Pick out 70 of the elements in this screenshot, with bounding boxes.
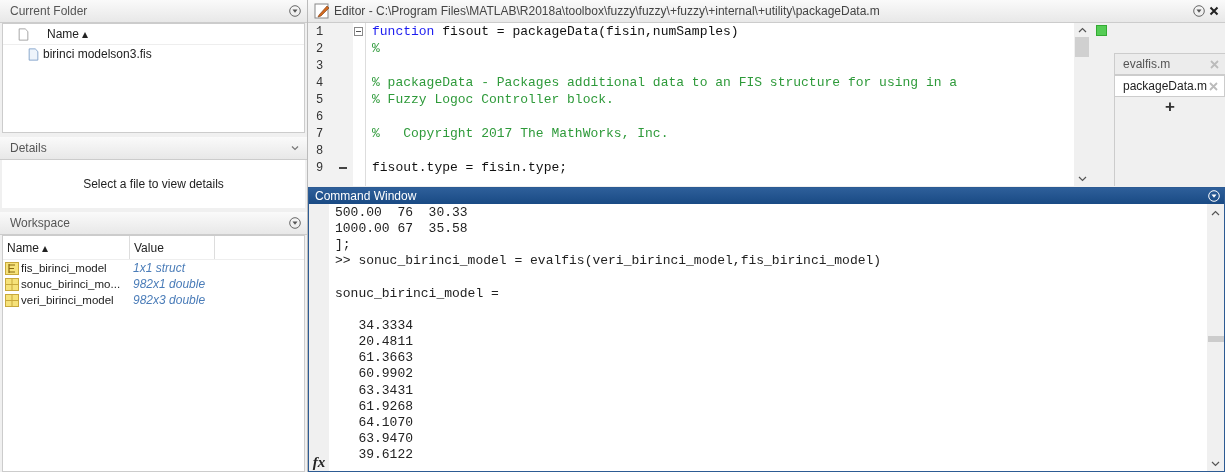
output-line: ]; bbox=[335, 236, 351, 252]
grid-icon bbox=[5, 277, 19, 291]
column-header[interactable]: Name ▴ bbox=[43, 27, 89, 41]
column-header[interactable]: Name ▴ bbox=[3, 236, 130, 259]
line-number: 5 bbox=[316, 92, 324, 107]
panel-title: Details bbox=[10, 141, 47, 155]
code-line: % packageData - Packages additional data to an FIS structure for using in a bbox=[372, 75, 958, 90]
chevron-up-icon[interactable] bbox=[1211, 210, 1220, 216]
code-line: % bbox=[372, 41, 380, 56]
variable-name[interactable]: fis_birinci_model bbox=[21, 262, 107, 274]
output-line: 61.9268 bbox=[357, 398, 413, 414]
function-browser-button[interactable]: fx bbox=[312, 454, 326, 471]
output-line: sonuc_birinci_model = bbox=[335, 285, 499, 301]
output-line: 64.1070 bbox=[357, 415, 413, 431]
output-line: 500.00 76 30.33 bbox=[335, 204, 468, 220]
line-number: 6 bbox=[316, 109, 324, 124]
line-number: 8 bbox=[316, 143, 324, 158]
details-message: Select a file to view details bbox=[83, 177, 224, 191]
panel-title: Current Folder bbox=[10, 4, 88, 18]
collapse-icon[interactable] bbox=[354, 27, 363, 36]
file-name[interactable]: birinci modelson3.fis bbox=[43, 47, 152, 61]
chevron-up-icon[interactable] bbox=[1077, 27, 1087, 33]
close-icon[interactable] bbox=[1209, 6, 1219, 16]
line-number: 2 bbox=[316, 41, 324, 56]
variable-value: 982x1 double bbox=[132, 277, 206, 291]
menu-icon[interactable] bbox=[289, 217, 301, 229]
output-line: 63.9470 bbox=[357, 431, 413, 447]
output-line: 1000.00 67 35.58 bbox=[335, 220, 468, 236]
line-number: 1 bbox=[316, 24, 324, 39]
scrollbar[interactable] bbox=[1207, 204, 1224, 471]
chevron-down-icon[interactable] bbox=[1211, 461, 1220, 467]
output-line: 20.4811 bbox=[357, 334, 413, 350]
output-line: 61.3663 bbox=[357, 350, 413, 366]
grid-icon bbox=[5, 293, 19, 307]
output-line: 34.3334 bbox=[357, 317, 413, 333]
scrollbar-thumb[interactable] bbox=[1075, 37, 1089, 57]
variable-value: 982x3 double bbox=[132, 293, 206, 307]
chevron-down-icon[interactable] bbox=[1077, 176, 1087, 182]
code-line: function fisout = packageData(fisin,numSamples) bbox=[372, 24, 739, 39]
command-output[interactable]: 500.00 76 30.33 1000.00 67 35.58 ]; >> sonuc_birinci_model = evalfis(veri_birinci_model,fis_birinci_model) sonuc_birinci_model = 34.3334 20.4811 61.3663 60.9902 63.3431 61.9268 64.1070 63.9470 39.6122 bbox=[329, 204, 1207, 471]
panel-title: Command Window bbox=[315, 189, 417, 203]
menu-icon[interactable] bbox=[289, 5, 301, 17]
code-line: % Fuzzy Logoc Controller block. bbox=[372, 92, 614, 107]
panel-title: Workspace bbox=[10, 216, 70, 230]
struct-icon bbox=[5, 261, 19, 275]
code-line: % Copyright 2017 The MathWorks, Inc. bbox=[372, 126, 669, 141]
breakpoint-dash-icon[interactable] bbox=[339, 166, 347, 169]
file-tab[interactable]: packageData.m bbox=[1114, 75, 1225, 97]
editor-title: Editor - C:\Program Files\MATLAB\R2018a\toolbox\fuzzy\fuzzy\+fuzzy\+internal\+utility\packageData.m bbox=[334, 4, 881, 18]
output-line: 39.6122 bbox=[357, 447, 413, 463]
pencil-icon bbox=[314, 3, 330, 19]
variable-value: 1x1 struct bbox=[132, 261, 186, 275]
menu-icon[interactable] bbox=[1193, 5, 1205, 17]
scrollbar-thumb[interactable] bbox=[1207, 335, 1224, 342]
code-line: fisout.type = fisin.type; bbox=[372, 160, 568, 175]
file-icon bbox=[17, 27, 29, 41]
line-number: 3 bbox=[316, 58, 324, 73]
new-tab-button[interactable]: + bbox=[1165, 97, 1175, 117]
status-square-icon bbox=[1095, 25, 1107, 36]
column-header[interactable]: Value bbox=[130, 236, 215, 259]
line-number: 4 bbox=[316, 75, 324, 90]
variable-name[interactable]: sonuc_birinci_mo... bbox=[21, 278, 121, 290]
file-tab[interactable]: evalfis.m bbox=[1114, 53, 1225, 75]
variable-name[interactable]: veri_birinci_model bbox=[21, 294, 114, 306]
line-number: 9 bbox=[316, 160, 324, 175]
line-number: 7 bbox=[316, 126, 324, 141]
output-line: 60.9902 bbox=[357, 366, 413, 382]
output-line: >> sonuc_birinci_model = evalfis(veri_birinci_model,fis_birinci_model) bbox=[335, 253, 882, 269]
output-line: 63.3431 bbox=[357, 382, 413, 398]
file-icon bbox=[28, 47, 39, 61]
